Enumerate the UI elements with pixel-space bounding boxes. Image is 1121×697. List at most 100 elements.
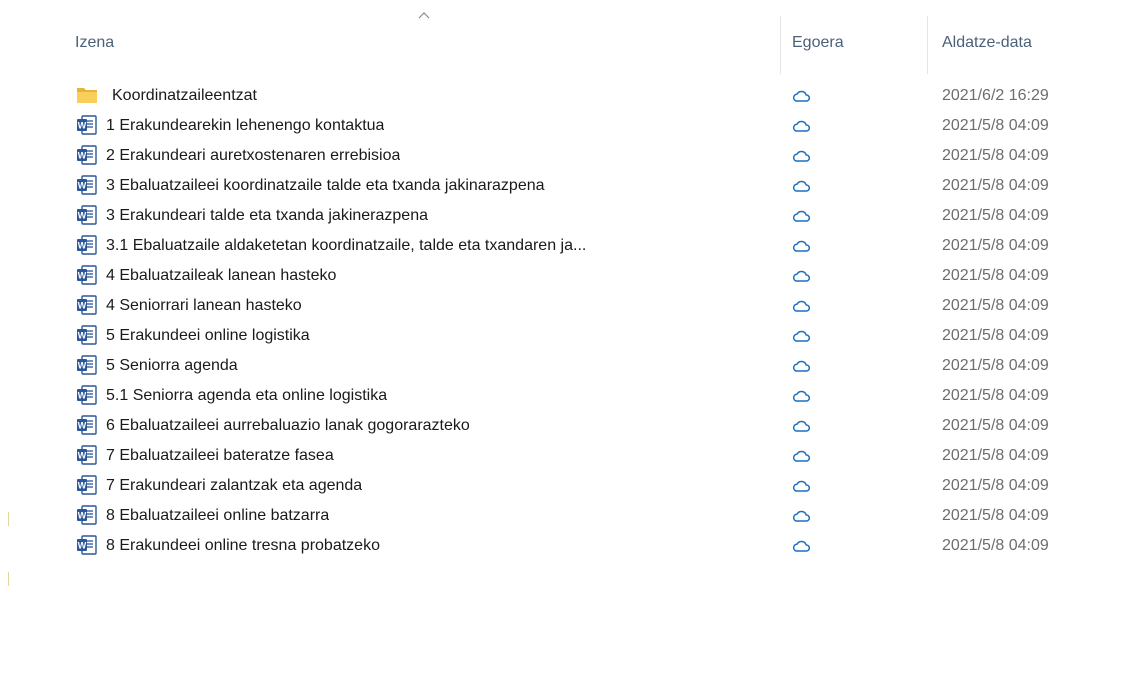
date-modified: 2021/5/8 04:09 bbox=[942, 207, 1049, 224]
file-row[interactable]: W 8 Erakundeei online tresna probatzeko 20… bbox=[0, 531, 1121, 561]
word-document-icon: W bbox=[77, 115, 97, 135]
word-document-icon: W bbox=[77, 295, 97, 315]
word-document-icon: W bbox=[77, 535, 97, 555]
cloud-icon bbox=[792, 90, 811, 102]
file-row[interactable]: W 4 Seniorrari lanean hasteko 2021/5/8 04:… bbox=[0, 291, 1121, 321]
svg-text:W: W bbox=[78, 211, 87, 221]
word-document-icon: W bbox=[77, 235, 97, 255]
sort-ascending-icon[interactable] bbox=[417, 10, 431, 20]
date-modified: 2021/5/8 04:09 bbox=[942, 417, 1049, 434]
file-row[interactable]: W 5.1 Seniorra agenda eta online logistik… bbox=[0, 381, 1121, 411]
file-name[interactable]: 6 Ebaluatzaileei aurrebaluazio lanak gog… bbox=[106, 411, 470, 441]
file-name[interactable]: 1 Erakundearekin lehenengo kontaktua bbox=[106, 111, 384, 141]
file-row[interactable]: W 7 Ebaluatzaileei bateratze fasea 2021/5/… bbox=[0, 441, 1121, 471]
word-document-icon: W bbox=[77, 445, 97, 465]
cloud-icon bbox=[792, 240, 811, 252]
file-row[interactable]: W 8 Ebaluatzaileei online batzarra 2021/5/… bbox=[0, 501, 1121, 531]
word-document-icon: W bbox=[77, 325, 97, 345]
svg-text:W: W bbox=[78, 151, 87, 161]
date-modified: 2021/5/8 04:09 bbox=[942, 507, 1049, 524]
svg-text:W: W bbox=[78, 451, 87, 461]
file-name[interactable]: 8 Erakundeei online tresna probatzeko bbox=[106, 531, 380, 561]
file-name[interactable]: 8 Ebaluatzaileei online batzarra bbox=[106, 501, 329, 531]
date-modified: 2021/5/8 04:09 bbox=[942, 147, 1049, 164]
cloud-icon bbox=[792, 450, 811, 462]
folder-row[interactable]: Koordinatzaileentzat 2021/6/2 16:29 bbox=[0, 81, 1121, 111]
file-row[interactable]: W 3.1 Ebaluatzaile aldaketetan koordinatz… bbox=[0, 231, 1121, 261]
svg-text:W: W bbox=[78, 331, 87, 341]
file-name[interactable]: 3 Ebaluatzaileei koordinatzaile talde et… bbox=[106, 171, 545, 201]
file-row[interactable]: W 3 Ebaluatzaileei koordinatzaile talde e… bbox=[0, 171, 1121, 201]
file-row[interactable]: W 4 Ebaluatzaileak lanean hasteko 2021/5/8… bbox=[0, 261, 1121, 291]
file-name[interactable]: 5 Erakundeei online logistika bbox=[106, 321, 310, 351]
date-modified: 2021/5/8 04:09 bbox=[942, 387, 1049, 404]
date-modified: 2021/5/8 04:09 bbox=[942, 177, 1049, 194]
word-document-icon: W bbox=[77, 415, 97, 435]
date-modified: 2021/5/8 04:09 bbox=[942, 117, 1049, 134]
file-name[interactable]: 5.1 Seniorra agenda eta online logistika bbox=[106, 381, 387, 411]
date-modified: 2021/5/8 04:09 bbox=[942, 447, 1049, 464]
file-explorer-list: Izena Egoera Aldatze-data Koordinatzaile… bbox=[0, 0, 1121, 697]
word-document-icon: W bbox=[77, 475, 97, 495]
folder-icon bbox=[77, 88, 97, 103]
cloud-icon bbox=[792, 300, 811, 312]
word-document-icon: W bbox=[77, 175, 97, 195]
svg-text:W: W bbox=[78, 421, 87, 431]
svg-text:W: W bbox=[78, 301, 87, 311]
svg-text:W: W bbox=[78, 241, 87, 251]
svg-text:W: W bbox=[78, 271, 87, 281]
cloud-icon bbox=[792, 120, 811, 132]
svg-text:W: W bbox=[78, 541, 87, 551]
file-row[interactable]: W 5 Erakundeei online logistika 2021/5/8 0… bbox=[0, 321, 1121, 351]
svg-text:W: W bbox=[78, 481, 87, 491]
cloud-icon bbox=[792, 330, 811, 342]
column-header-status[interactable]: Egoera bbox=[792, 30, 844, 56]
date-modified: 2021/5/8 04:09 bbox=[942, 477, 1049, 494]
date-modified: 2021/5/8 04:09 bbox=[942, 297, 1049, 314]
file-row[interactable]: W 6 Ebaluatzaileei aurrebaluazio lanak go… bbox=[0, 411, 1121, 441]
svg-text:W: W bbox=[78, 511, 87, 521]
word-document-icon: W bbox=[77, 265, 97, 285]
file-name[interactable]: 7 Erakundeari zalantzak eta agenda bbox=[106, 471, 362, 501]
column-header-name[interactable]: Izena bbox=[75, 30, 114, 56]
file-name[interactable]: 2 Erakundeari auretxostenaren errebisioa bbox=[106, 141, 400, 171]
file-name[interactable]: 3.1 Ebaluatzaile aldaketetan koordinatza… bbox=[106, 231, 586, 261]
word-document-icon: W bbox=[77, 145, 97, 165]
file-list: Koordinatzaileentzat 2021/6/2 16:29 W 1 Era… bbox=[0, 81, 1121, 561]
cloud-icon bbox=[792, 270, 811, 282]
file-row[interactable]: W 7 Erakundeari zalantzak eta agenda 2021/… bbox=[0, 471, 1121, 501]
file-name[interactable]: 5 Seniorra agenda bbox=[106, 351, 238, 381]
word-document-icon: W bbox=[77, 505, 97, 525]
file-name[interactable]: Koordinatzaileentzat bbox=[112, 81, 257, 111]
word-document-icon: W bbox=[77, 355, 97, 375]
date-modified: 2021/5/8 04:09 bbox=[942, 357, 1049, 374]
cloud-icon bbox=[792, 150, 811, 162]
column-header-date-modified[interactable]: Aldatze-data bbox=[942, 30, 1032, 56]
date-modified: 2021/5/8 04:09 bbox=[942, 267, 1049, 284]
file-name[interactable]: 3 Erakundeari talde eta txanda jakineraz… bbox=[106, 201, 428, 231]
edge-mark bbox=[8, 572, 9, 586]
file-name[interactable]: 4 Seniorrari lanean hasteko bbox=[106, 291, 302, 321]
cloud-icon bbox=[792, 360, 811, 372]
date-modified: 2021/5/8 04:09 bbox=[942, 327, 1049, 344]
file-row[interactable]: W 3 Erakundeari talde eta txanda jakinera… bbox=[0, 201, 1121, 231]
date-modified: 2021/6/2 16:29 bbox=[942, 87, 1049, 104]
cloud-icon bbox=[792, 510, 811, 522]
column-divider[interactable] bbox=[780, 16, 781, 74]
column-divider[interactable] bbox=[927, 16, 928, 74]
file-name[interactable]: 4 Ebaluatzaileak lanean hasteko bbox=[106, 261, 336, 291]
file-row[interactable]: W 5 Seniorra agenda 2021/5/8 04:09 bbox=[0, 351, 1121, 381]
cloud-icon bbox=[792, 390, 811, 402]
file-name[interactable]: 7 Ebaluatzaileei bateratze fasea bbox=[106, 441, 334, 471]
cloud-icon bbox=[792, 180, 811, 192]
column-header-bar: Izena Egoera Aldatze-data bbox=[0, 0, 1121, 81]
svg-text:W: W bbox=[78, 181, 87, 191]
cloud-icon bbox=[792, 540, 811, 552]
date-modified: 2021/5/8 04:09 bbox=[942, 537, 1049, 554]
file-row[interactable]: W 1 Erakundearekin lehenengo kontaktua 202… bbox=[0, 111, 1121, 141]
cloud-icon bbox=[792, 210, 811, 222]
word-document-icon: W bbox=[77, 385, 97, 405]
svg-text:W: W bbox=[78, 361, 87, 371]
svg-text:W: W bbox=[78, 391, 87, 401]
file-row[interactable]: W 2 Erakundeari auretxostenaren errebisio… bbox=[0, 141, 1121, 171]
